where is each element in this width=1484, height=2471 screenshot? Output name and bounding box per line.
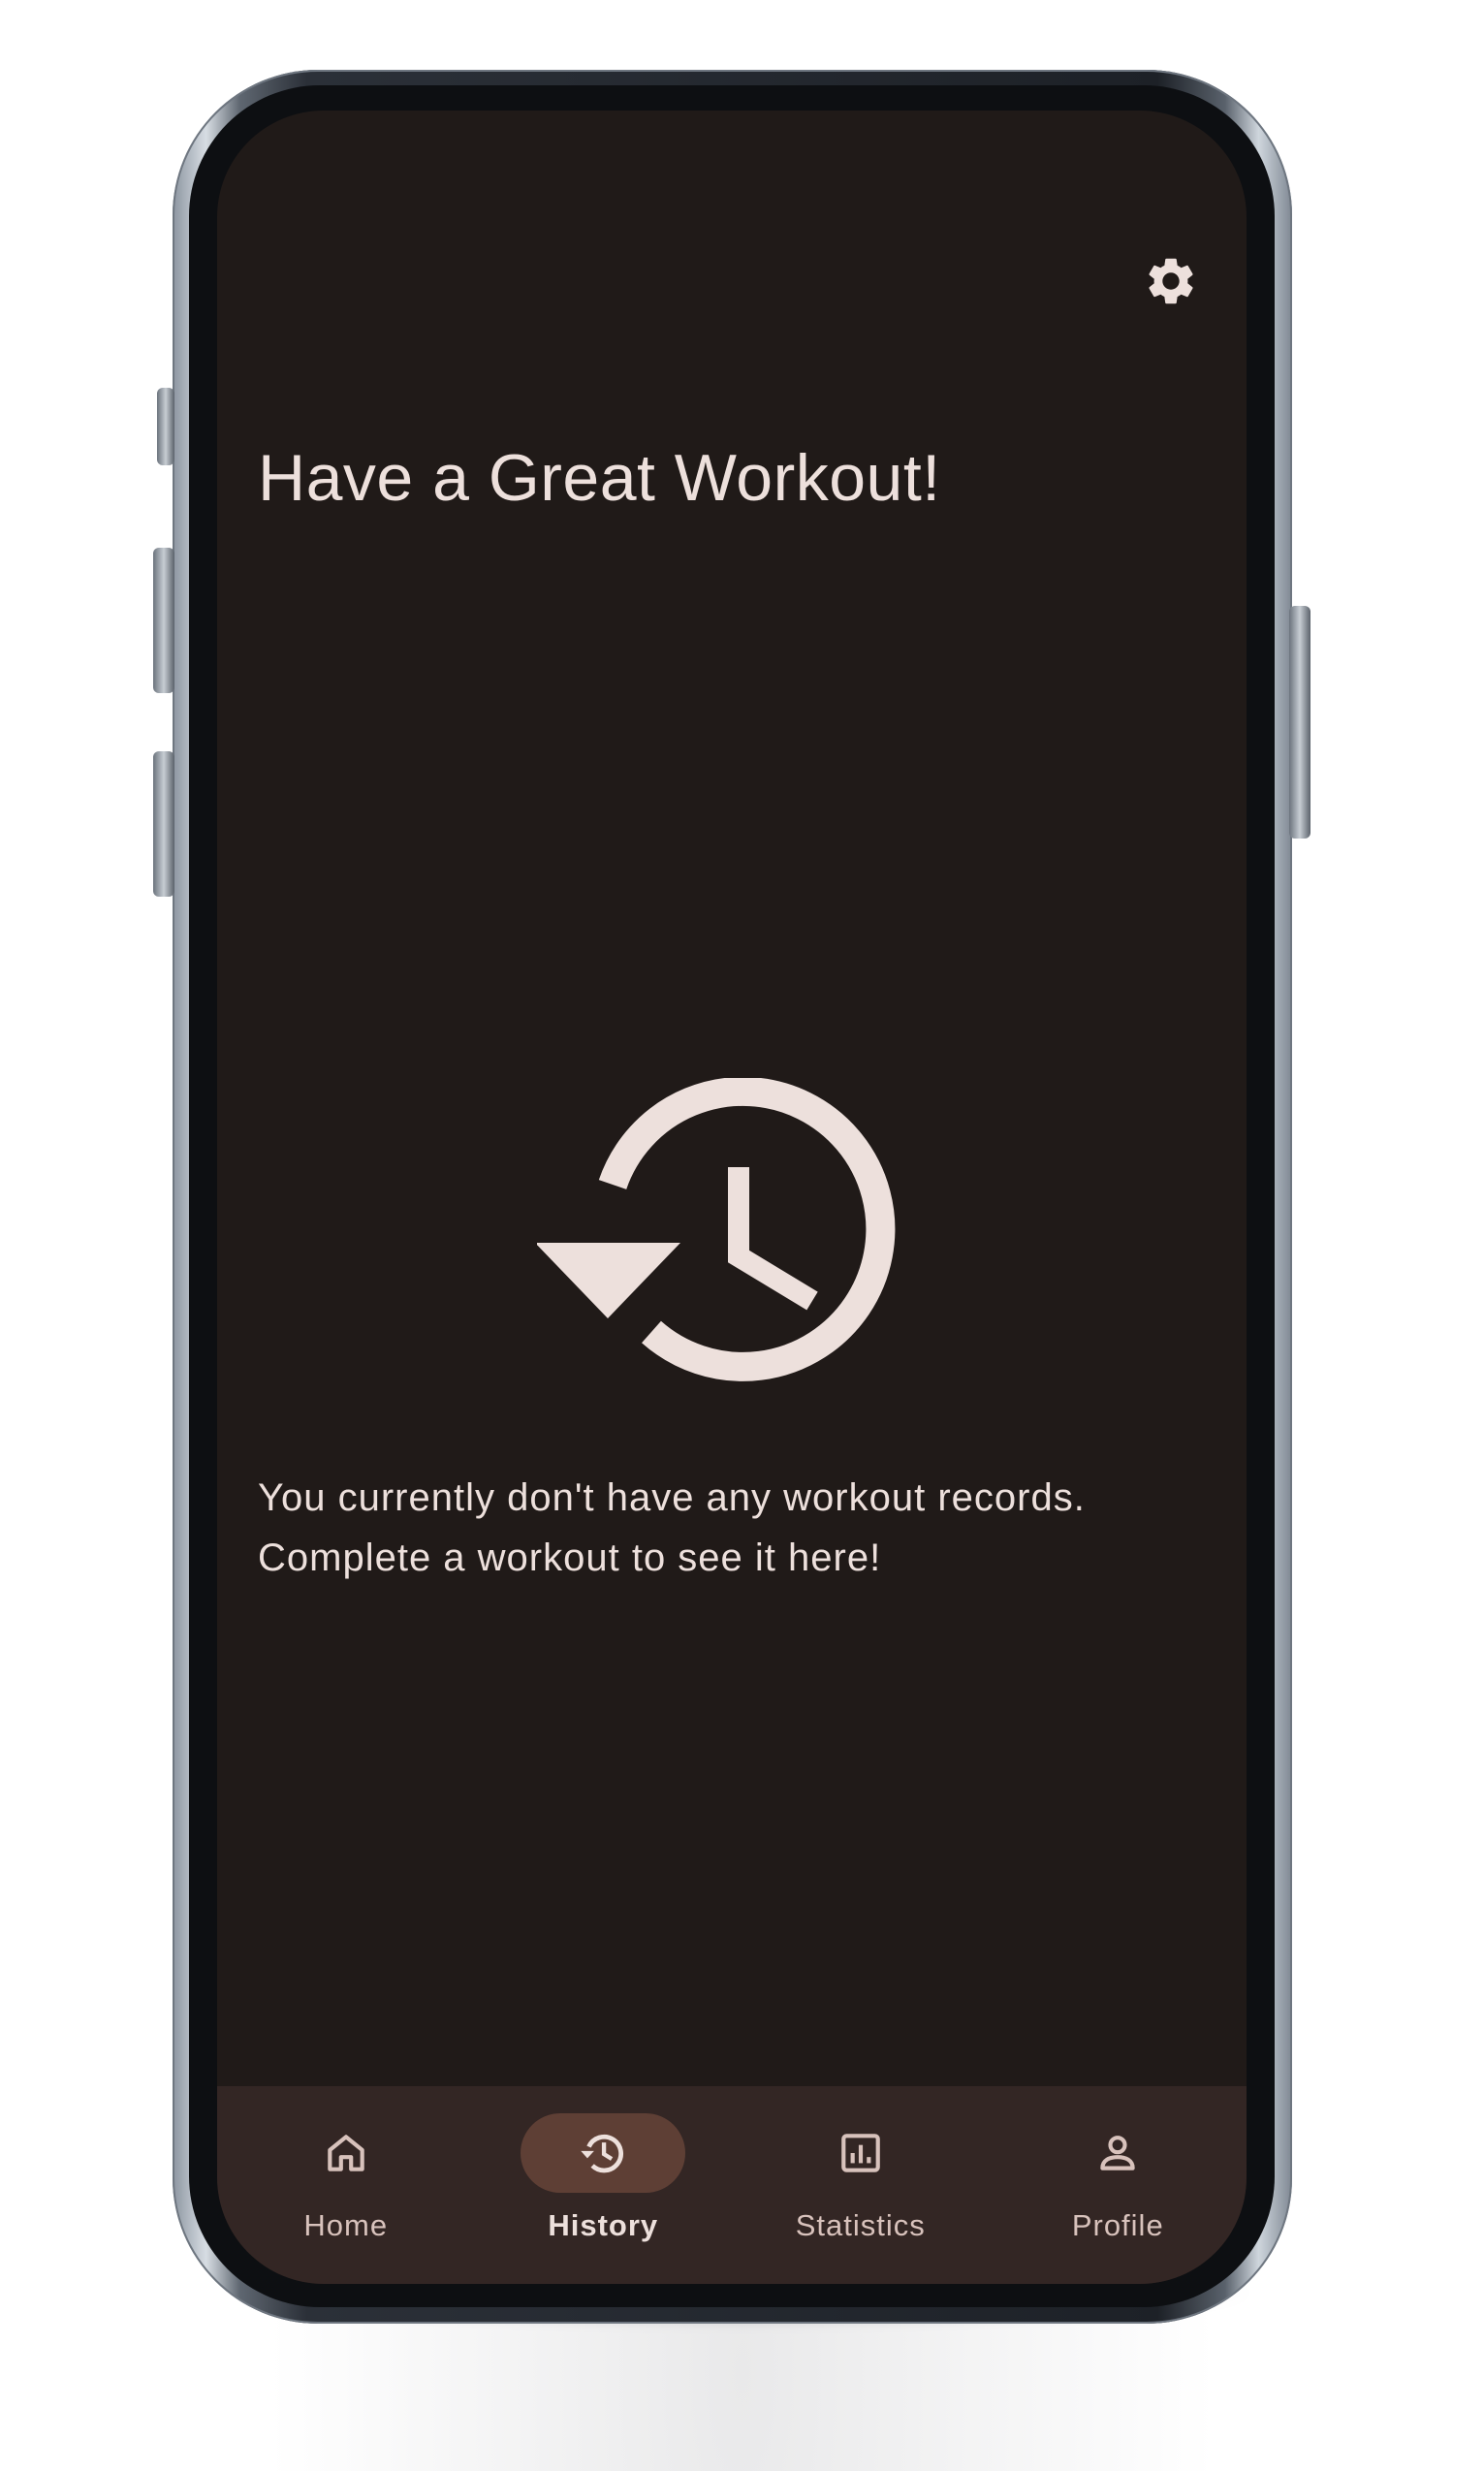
nav-label-profile: Profile — [1071, 2208, 1164, 2242]
volume-down-button — [153, 751, 174, 897]
gear-icon — [1149, 258, 1193, 304]
nav-item-profile[interactable]: Profile — [990, 2086, 1247, 2284]
history-icon — [537, 1078, 896, 1381]
nav-item-history[interactable]: History — [475, 2086, 733, 2284]
empty-state-message: You currently don't have any workout rec… — [258, 1468, 1208, 1588]
app-screen: Have a Great Workout! You currently don'… — [217, 111, 1247, 2284]
nav-label-home: Home — [303, 2208, 389, 2242]
person-icon — [1100, 2136, 1135, 2170]
history-icon — [581, 2134, 624, 2173]
nav-item-statistics[interactable]: Statistics — [732, 2086, 990, 2284]
empty-state-line-2: Complete a workout to see it here! — [258, 1536, 882, 1579]
nav-item-home[interactable]: Home — [217, 2086, 475, 2284]
nav-pill-home — [264, 2113, 428, 2193]
nav-label-statistics: Statistics — [795, 2208, 926, 2242]
nav-pill-statistics — [778, 2113, 943, 2193]
nav-label-history: History — [548, 2208, 659, 2242]
bottom-navigation-bar: Home History Statistics Profile — [217, 2086, 1247, 2284]
volume-up-button — [153, 548, 174, 693]
nav-pill-profile — [1035, 2113, 1200, 2193]
power-button — [1289, 606, 1310, 839]
bar-chart-icon — [840, 2134, 880, 2172]
home-icon — [328, 2135, 364, 2171]
settings-button[interactable] — [1136, 246, 1206, 316]
nav-pill-history — [521, 2113, 686, 2193]
empty-state-line-1: You currently don't have any workout rec… — [258, 1476, 1086, 1519]
stage: Have a Great Workout! You currently don'… — [0, 0, 1484, 2471]
silent-switch — [157, 388, 174, 465]
page-title: Have a Great Workout! — [258, 441, 941, 515]
